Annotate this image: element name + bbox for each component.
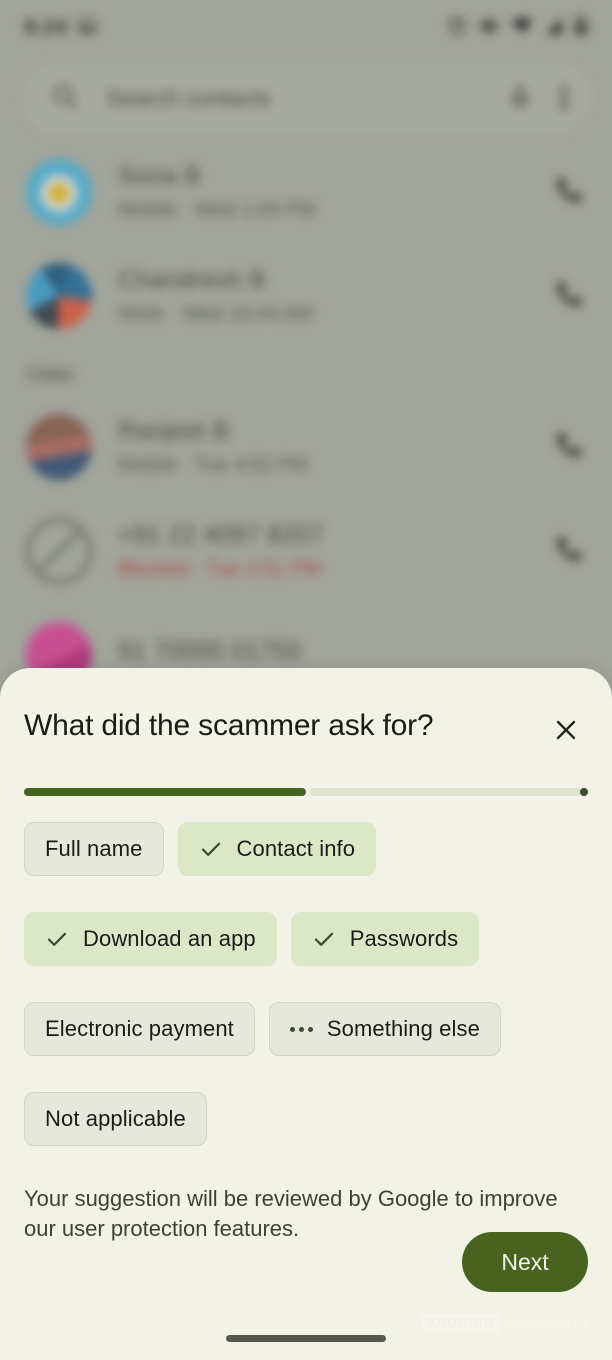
chip-label: Passwords [349,926,459,951]
chip-full-name[interactable]: Full name [24,822,164,876]
next-button[interactable]: Next [462,1232,588,1292]
chip-label: Electronic payment [45,1016,234,1041]
progress-track [310,788,588,796]
watermark-part1: ANDROID [422,1314,500,1332]
scam-report-bottom-sheet: What did the scammer ask for? Full name C… [0,668,612,1360]
progress-end-dot [580,788,588,796]
chip-label: Contact info [236,836,356,861]
phone-screen: 9:24 Search contacts Sona B Mobile · Wed… [0,0,612,1360]
check-icon [199,837,223,861]
chip-contact-info[interactable]: Contact info [177,822,377,876]
option-chip-group: Full name Contact info Download an app Pass… [24,822,588,1146]
chip-passwords[interactable]: Passwords [290,912,480,966]
close-icon [551,715,581,750]
check-icon [312,927,336,951]
chip-not-applicable[interactable]: Not applicable [24,1092,207,1146]
chip-download-an-app[interactable]: Download an app [24,912,277,966]
page-title: What did the scammer ask for? [24,709,434,742]
chip-something-else[interactable]: Something else [268,1002,501,1056]
watermark: ANDROID AUTHORITY [422,1314,590,1332]
check-icon [45,927,69,951]
chip-label: Not applicable [45,1106,186,1131]
sheet-header: What did the scammer ask for? [24,668,588,754]
close-button[interactable] [544,710,588,754]
chip-label: Download an app [83,926,256,951]
progress-bar [24,788,588,796]
chip-label: Full name [45,836,143,861]
chip-label: Something else [326,1016,480,1041]
progress-fill [24,788,306,796]
home-indicator[interactable] [226,1335,386,1342]
more-horiz-icon [289,1026,313,1032]
chip-electronic-payment[interactable]: Electronic payment [24,1002,255,1056]
next-button-row: Next [462,1232,588,1292]
watermark-part2: AUTHORITY [505,1316,590,1330]
